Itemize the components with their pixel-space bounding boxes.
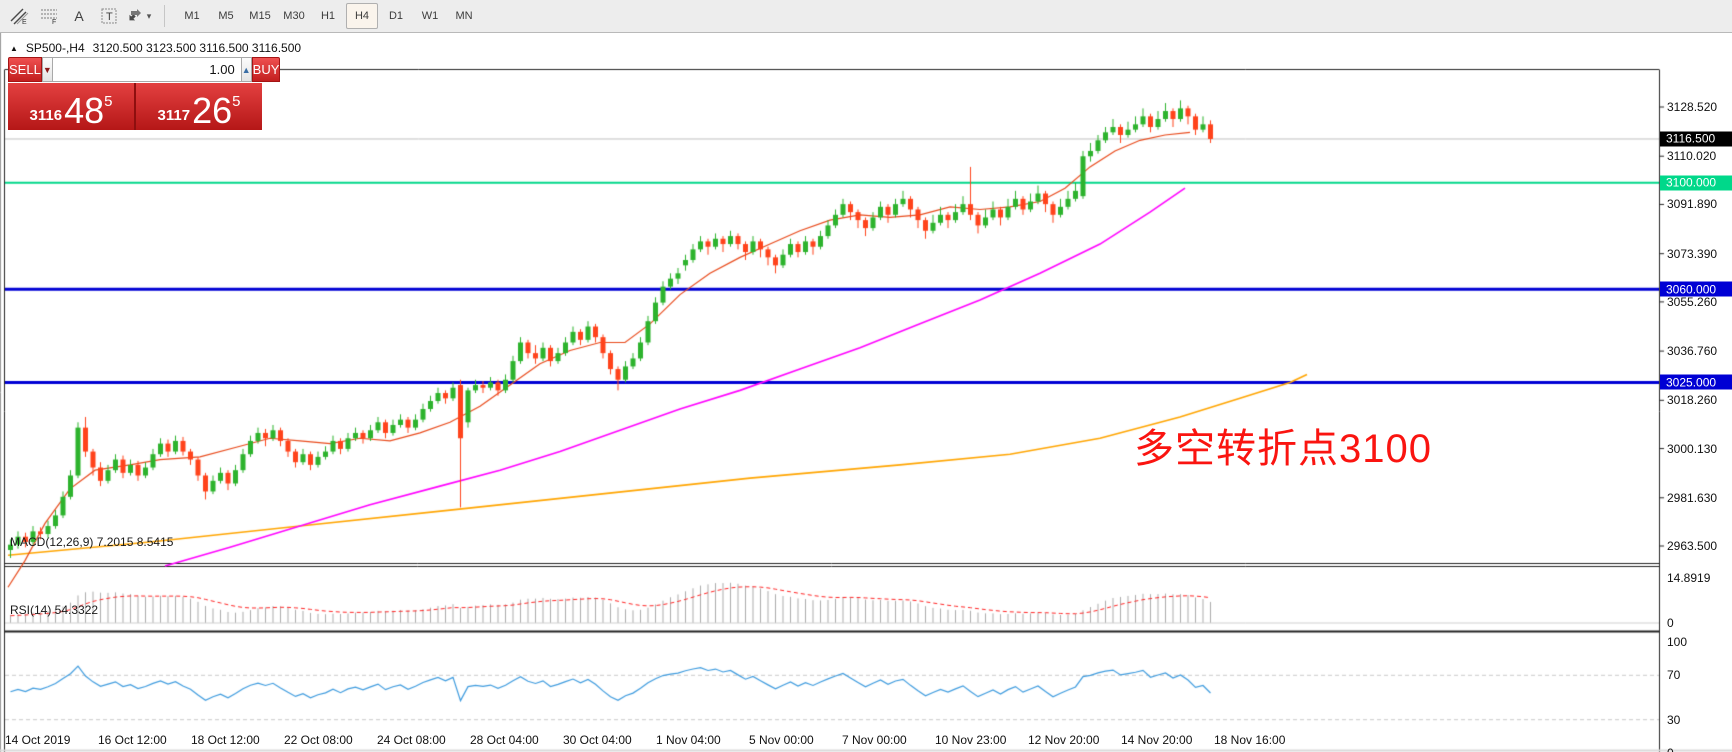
volume-increase-button[interactable]: ▲ [241,57,252,82]
timeframe-button-m1[interactable]: M1 [176,3,208,29]
svg-text:T: T [106,11,113,23]
top-toolbar: E F A T [0,0,1732,33]
price-badge: 3060.000 [1660,282,1732,297]
price-axis-tick: 3110.020 [1667,149,1716,163]
buy-price-small: 3117 [158,108,191,123]
chart-annotation: 多空转折点3100 [1134,416,1432,474]
time-axis-label: 18 Oct 12:00 [191,733,260,747]
price-axis-tick: 3128.520 [1667,100,1717,114]
price-axis-tick: 3018.260 [1667,393,1717,407]
timeframe-button-h1[interactable]: H1 [312,3,344,29]
time-axis-label: 14 Oct 2019 [5,733,70,747]
price-axis-tick: 3073.390 [1667,247,1717,261]
rsi-axis-tick: 30 [1667,713,1680,727]
buy-button[interactable]: BUY [252,57,281,82]
arrows-icon[interactable]: ▾ [125,3,153,29]
svg-text:E: E [22,19,27,25]
chart-window[interactable]: ▲ SP500-,H4 3120.500 3123.500 3116.500 3… [0,33,1732,752]
price-axis-tick: 3000.130 [1667,442,1717,456]
timeframe-button-m15[interactable]: M15 [244,3,276,29]
timeframe-button-d1[interactable]: D1 [380,3,412,29]
time-axis-label: 18 Nov 16:00 [1214,733,1285,747]
sell-price-small: 3116 [30,108,63,123]
trading-terminal: E F A T [0,0,1732,752]
price-axis-tick: 3055.260 [1667,295,1717,309]
macd-axis-max: 14.8919 [1667,571,1710,585]
price-badge: 3100.000 [1660,175,1732,190]
sell-price-big: 48 [64,95,104,127]
time-axis-label: 1 Nov 04:00 [656,733,721,747]
rsi-axis-tick: 70 [1667,668,1680,682]
price-axis-tick: 3036.760 [1667,344,1717,358]
toolbar-separator [164,5,165,27]
time-axis-label: 30 Oct 04:00 [563,733,632,747]
macd-axis-min: 0 [1667,616,1674,630]
equidistant-channel-icon[interactable]: E [5,3,33,29]
rsi-label: RSI(14) 54.3322 [10,603,98,617]
time-axis-label: 10 Nov 23:00 [935,733,1006,747]
timeframe-button-m5[interactable]: M5 [210,3,242,29]
timeframe-button-h4[interactable]: H4 [346,3,378,29]
chevron-down-icon: ▾ [147,11,152,22]
price-axis-tick: 3091.890 [1667,197,1717,211]
rsi-axis-tick: 100 [1667,635,1687,649]
sell-button[interactable]: SELL [8,57,42,82]
time-axis-label: 16 Oct 12:00 [98,733,167,747]
price-badge: 3116.500 [1660,131,1732,146]
text-icon[interactable]: A [65,3,93,29]
fibonacci-icon[interactable]: F [35,3,63,29]
time-axis-label: 22 Oct 08:00 [284,733,353,747]
time-axis-label: 14 Nov 20:00 [1121,733,1192,747]
price-axis-tick: 2981.630 [1667,491,1717,505]
time-axis-label: 28 Oct 04:00 [470,733,539,747]
svg-text:F: F [52,19,56,25]
timeframe-group: M1M5M15M30H1H4D1W1MN [171,0,485,32]
timeframe-button-w1[interactable]: W1 [414,3,446,29]
time-axis-label: 7 Nov 00:00 [842,733,907,747]
sell-quote-button[interactable]: 3116 48 5 [8,83,134,130]
volume-input[interactable] [53,57,241,82]
symbol-name: SP500-,H4 [26,41,85,55]
buy-price-sup: 5 [232,94,240,109]
drawing-tools-group: E F A T [0,0,158,32]
timeframe-button-mn[interactable]: MN [448,3,480,29]
sell-price-sup: 5 [104,94,112,109]
macd-label: MACD(12,26,9) 7.2015 8.5415 [10,535,173,549]
buy-quote-button[interactable]: 3117 26 5 [136,83,262,130]
time-axis-label: 12 Nov 20:00 [1028,733,1099,747]
timeframe-button-m30[interactable]: M30 [278,3,310,29]
symbol-ohlc-values: 3120.500 3123.500 3116.500 3116.500 [93,41,301,55]
one-click-trade-panel: SELL ▼ ▲ BUY 3116 48 5 3117 26 5 [8,57,262,130]
rsi-axis-tick: 0 [1667,746,1674,752]
time-axis-label: 24 Oct 08:00 [377,733,446,747]
time-axis-label: 5 Nov 00:00 [749,733,814,747]
triangle-up-icon: ▲ [10,44,18,53]
price-axis-tick: 2963.500 [1667,539,1717,553]
symbol-ohlc-line: ▲ SP500-,H4 3120.500 3123.500 3116.500 3… [10,41,301,55]
text-label-icon[interactable]: T [95,3,123,29]
volume-dropdown-button[interactable]: ▼ [42,57,53,82]
buy-price-big: 26 [192,95,232,127]
price-chart-canvas[interactable] [0,33,1732,752]
price-badge: 3025.000 [1660,375,1732,390]
